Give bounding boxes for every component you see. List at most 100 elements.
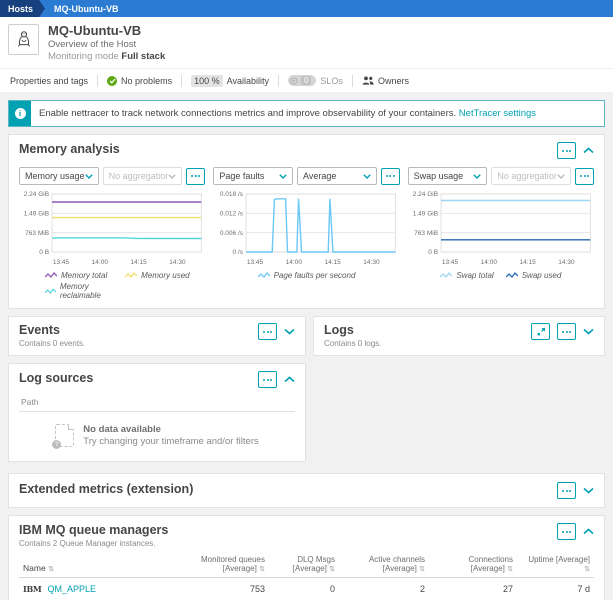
linux-penguin-icon [15, 30, 33, 50]
aggregation-select-page-faults[interactable]: Average [297, 167, 377, 185]
host-overview-page: Hosts MQ-Ubuntu-VB MQ-Ubuntu-VB Overview… [0, 0, 613, 600]
legend-memory-total[interactable]: Memory total [45, 271, 125, 280]
host-os-icon [8, 24, 39, 55]
svg-text:14:00: 14:00 [286, 259, 303, 266]
legend-label: Memory used [141, 271, 189, 280]
slo-count: 0 [301, 76, 311, 85]
events-panel-subtitle: Contains 0 events. [19, 339, 85, 348]
svg-text:0.006 /s: 0.006 /s [220, 230, 244, 237]
breadcrumb-current: MQ-Ubuntu-VB [45, 0, 118, 17]
logs-menu-button[interactable] [557, 323, 576, 340]
svg-text:14:30: 14:30 [558, 259, 575, 266]
chevron-down-icon [363, 174, 371, 179]
aggregation-select-memory: No aggregation [103, 167, 183, 185]
log-sources-menu-button[interactable] [258, 371, 277, 388]
legend-label: Swap total [456, 271, 493, 280]
memory-panel-menu-button[interactable] [557, 142, 576, 159]
mq-panel-subtitle: Contains 2 Queue Manager instances. [19, 539, 168, 548]
memory-panel-title: Memory analysis [19, 142, 120, 156]
chevron-up-icon[interactable] [583, 528, 594, 535]
events-panel: Events Contains 0 events. [8, 316, 306, 356]
memory-usage-plot[interactable]: 2.24 GiB1.49 GiB763 MiB0 B13:4514:0014:1… [19, 190, 205, 268]
events-menu-button[interactable] [258, 323, 277, 340]
no-problems-status[interactable]: No problems [107, 76, 172, 86]
cell-active-channels: 2 [339, 578, 429, 600]
nettracer-settings-link[interactable]: NetTracer settings [459, 108, 536, 119]
svg-text:763 MiB: 763 MiB [414, 230, 438, 237]
host-toolbar: Properties and tags No problems 100 % Av… [0, 68, 613, 92]
column-header-uptime[interactable]: Uptime [Average] ⇅ [517, 554, 594, 578]
cell-dlq-msgs: 0 [269, 578, 339, 600]
toolbar-divider [97, 75, 98, 87]
legend-swap-used[interactable]: Swap used [506, 271, 562, 280]
slo-count-pill: 0 [288, 75, 316, 86]
expand-icon [536, 327, 546, 337]
charts-row: 2.24 GiB1.49 GiB763 MiB0 B13:4514:0014:1… [19, 190, 594, 300]
metric-select-memory-usage[interactable]: Memory usage [19, 167, 99, 185]
cell-monitored-queues: 753 [161, 578, 269, 600]
divider [19, 411, 295, 412]
svg-text:13:45: 13:45 [442, 259, 459, 266]
table-row: IBMQM_APPLE 753 0 2 27 7 d [19, 578, 594, 600]
owners-button[interactable]: Owners [362, 76, 409, 86]
column-header-connections[interactable]: Connections[Average] ⇅ [429, 554, 517, 578]
memory-analysis-panel: Memory analysis Memory usage No aggregat… [8, 134, 605, 309]
column-header-monitored-queues[interactable]: Monitored queues[Average] ⇅ [161, 554, 269, 578]
svg-text:763 MiB: 763 MiB [25, 230, 49, 237]
metric-select-swap-usage[interactable]: Swap usage [408, 167, 488, 185]
swap-usage-plot[interactable]: 2.24 GiB1.49 GiB763 MiB0 B13:4514:0014:1… [408, 190, 594, 268]
svg-text:1.49 GiB: 1.49 GiB [412, 211, 437, 218]
legend-memory-reclaimable[interactable]: Memory reclaimable [45, 282, 125, 300]
mq-menu-button[interactable] [557, 523, 576, 540]
slos-status[interactable]: 0 SLOs [288, 75, 343, 86]
page-faults-plot[interactable]: 0.018 /s0.012 /s0.006 /s0 /s13:4514:0014… [213, 190, 399, 268]
toolbar-divider [278, 75, 279, 87]
info-icon-block: i [9, 101, 31, 126]
svg-text:0 B: 0 B [428, 249, 438, 256]
ok-check-icon [107, 76, 117, 86]
chart-menu-button[interactable] [186, 168, 205, 185]
sort-icon: ⇅ [48, 566, 54, 573]
chart-menu-button[interactable] [381, 168, 400, 185]
chevron-down-icon [85, 174, 93, 179]
svg-text:14:00: 14:00 [92, 259, 109, 266]
mq-queue-managers-panel: IBM MQ queue managers Contains 2 Queue M… [8, 515, 605, 600]
svg-text:0 /s: 0 /s [233, 249, 244, 256]
logs-expand-button[interactable] [531, 323, 550, 340]
legend-label: Page faults per second [274, 271, 356, 280]
no-data-block: ? No data available Try changing your ti… [19, 424, 295, 447]
properties-and-tags-button[interactable]: Properties and tags [10, 76, 88, 86]
memory-chart-legend: Memory total Memory used Memory reclaima… [19, 271, 205, 300]
chart-menu-button[interactable] [575, 168, 594, 185]
metric-select-page-faults[interactable]: Page faults [213, 167, 293, 185]
legend-memory-used[interactable]: Memory used [125, 271, 205, 280]
log-sources-panel: Log sources Path ? No data available Try… [8, 363, 306, 462]
toolbar-divider [352, 75, 353, 87]
page-title: MQ-Ubuntu-VB [48, 24, 165, 38]
legend-swap-total[interactable]: Swap total [440, 271, 493, 280]
chevron-down-icon[interactable] [583, 487, 594, 494]
legend-page-faults[interactable]: Page faults per second [258, 271, 356, 280]
cell-connections: 27 [429, 578, 517, 600]
chevron-up-icon[interactable] [583, 147, 594, 154]
availability-status[interactable]: 100 % Availability [191, 75, 269, 87]
queue-manager-link[interactable]: QM_APPLE [47, 584, 96, 594]
question-badge-icon: ? [52, 440, 61, 449]
extended-metrics-menu-button[interactable] [557, 482, 576, 499]
svg-text:2.24 GiB: 2.24 GiB [24, 191, 49, 198]
empty-document-icon: ? [55, 424, 74, 447]
breadcrumb-hosts[interactable]: Hosts [0, 0, 45, 17]
column-header-dlq-msgs[interactable]: DLQ Msgs[Average] ⇅ [269, 554, 339, 578]
chevron-down-icon[interactable] [284, 328, 295, 335]
monitoring-mode: Monitoring mode Full stack [48, 51, 165, 62]
chevron-up-icon[interactable] [284, 376, 295, 383]
column-header-name[interactable]: Name ⇅ [19, 554, 161, 578]
extended-metrics-panel: Extended metrics (extension) [8, 473, 605, 508]
availability-value-badge: 100 % [191, 75, 223, 87]
swap-usage-chart: 2.24 GiB1.49 GiB763 MiB0 B13:4514:0014:1… [408, 190, 594, 300]
chevron-down-icon [473, 174, 481, 179]
column-header-active-channels[interactable]: Active channels[Average] ⇅ [339, 554, 429, 578]
chevron-down-icon[interactable] [583, 328, 594, 335]
svg-text:14:30: 14:30 [169, 259, 186, 266]
queue-managers-table: Name ⇅ Monitored queues[Average] ⇅ DLQ M… [19, 554, 594, 600]
